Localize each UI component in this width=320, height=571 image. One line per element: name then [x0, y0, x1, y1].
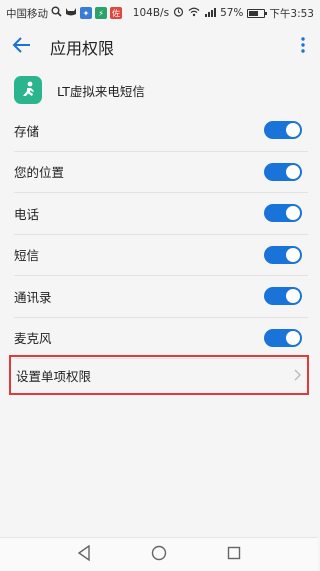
permission-label: 麦克风	[14, 331, 52, 347]
notification-app-icon: 佐	[110, 7, 122, 19]
toggle-knob	[286, 206, 300, 221]
permission-row-phone[interactable]: 电话	[14, 193, 308, 235]
signal-icon	[204, 7, 217, 20]
back-button[interactable]	[0, 26, 44, 68]
more-options-button[interactable]	[288, 26, 318, 68]
permission-row-storage[interactable]: 存储	[14, 110, 308, 152]
notification-app-icon: ✦	[80, 7, 92, 19]
nav-recents-button[interactable]	[224, 545, 244, 565]
permission-toggle[interactable]	[264, 287, 302, 306]
permission-toggle[interactable]	[264, 121, 302, 140]
nav-home-button[interactable]	[149, 545, 169, 565]
triangle-back-icon	[77, 544, 91, 565]
permission-label: 存储	[14, 123, 40, 139]
permission-label: 您的位置	[14, 165, 65, 181]
toggle-knob	[286, 247, 300, 262]
status-bar: 中国移动 ✦ ⚡ 佐 104B/s 57% 下午3:53	[0, 0, 318, 26]
carrier-label: 中国移动	[6, 7, 48, 20]
single-permission-settings-row[interactable]: 设置单项权限	[9, 355, 309, 395]
permission-row-sms[interactable]: 短信	[14, 235, 308, 276]
permission-row-contacts[interactable]: 通讯录	[14, 276, 308, 318]
toggle-knob	[286, 330, 300, 345]
arrow-left-icon	[12, 37, 32, 57]
network-speed: 104B/s	[132, 7, 170, 19]
permission-label: 短信	[14, 248, 40, 264]
app-bar: 应用权限	[0, 26, 318, 68]
app-icon	[14, 76, 42, 104]
search-icon	[51, 6, 62, 20]
navigation-bar	[0, 537, 318, 571]
toggle-knob	[286, 123, 300, 138]
app-name: LT虚拟来电短信	[57, 83, 145, 99]
battery-icon	[247, 8, 268, 18]
page-title: 应用权限	[50, 39, 115, 58]
app-header: LT虚拟来电短信	[0, 70, 318, 110]
square-recents-icon	[227, 545, 241, 564]
chevron-right-icon	[293, 366, 301, 385]
permission-row-microphone[interactable]: 麦克风	[14, 318, 308, 359]
permission-toggle[interactable]	[264, 245, 302, 264]
permission-label: 通讯录	[14, 289, 52, 305]
wifi-icon	[188, 7, 200, 20]
permission-list: 存储 您的位置 电话 短信 通讯录 麦克风	[0, 110, 318, 359]
clock: 下午3:53	[269, 7, 314, 20]
circle-home-icon	[151, 545, 167, 565]
battery-percent: 57%	[220, 7, 244, 19]
permission-label: 电话	[14, 206, 40, 222]
permission-toggle[interactable]	[264, 328, 302, 347]
nav-back-button[interactable]	[74, 544, 94, 565]
single-permission-label: 设置单项权限	[16, 368, 92, 384]
notification-app-icon: ⚡	[95, 7, 107, 19]
toggle-knob	[286, 289, 300, 304]
alarm-icon	[173, 6, 184, 20]
permission-toggle[interactable]	[264, 162, 302, 181]
permission-toggle[interactable]	[264, 204, 302, 223]
cat-icon	[65, 6, 77, 20]
toggle-knob	[286, 164, 300, 179]
more-vert-icon	[301, 37, 305, 57]
permission-row-location[interactable]: 您的位置	[14, 152, 308, 193]
